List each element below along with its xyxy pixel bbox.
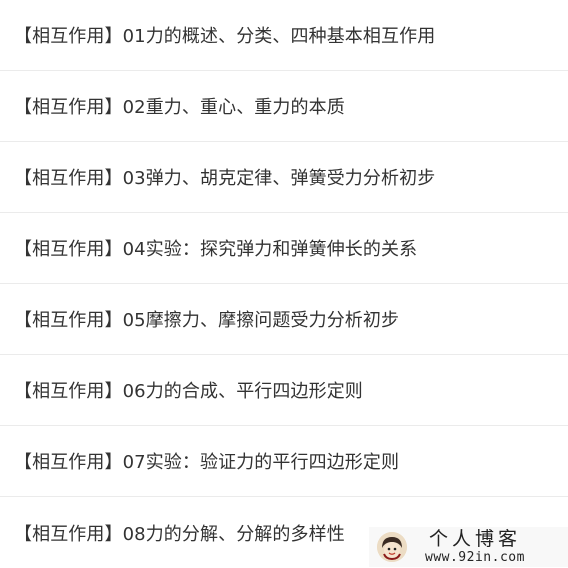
list-item-title[interactable]: 【相互作用】05摩擦力、摩擦问题受力分析初步 <box>14 306 399 332</box>
list-item[interactable]: 【相互作用】02重力、重心、重力的本质 <box>0 71 568 142</box>
watermark-text: 个人博客 www.92in.com <box>425 528 525 565</box>
cartoon-avatar-icon <box>377 532 407 562</box>
blog-watermark: 个人博客 www.92in.com <box>369 527 568 567</box>
list-item[interactable]: 【相互作用】01力的概述、分类、四种基本相互作用 <box>0 0 568 71</box>
list-item-title[interactable]: 【相互作用】03弹力、胡克定律、弹簧受力分析初步 <box>14 164 435 190</box>
list-item[interactable]: 【相互作用】04实验：探究弹力和弹簧伸长的关系 <box>0 213 568 284</box>
list-item-title[interactable]: 【相互作用】06力的合成、平行四边形定则 <box>14 377 363 403</box>
list-item-title[interactable]: 【相互作用】07实验：验证力的平行四边形定则 <box>14 448 399 474</box>
watermark-title: 个人博客 <box>428 528 521 550</box>
list-item-title[interactable]: 【相互作用】04实验：探究弹力和弹簧伸长的关系 <box>14 235 417 261</box>
list-item-title[interactable]: 【相互作用】08力的分解、分解的多样性 <box>14 520 345 546</box>
list-item[interactable]: 【相互作用】03弹力、胡克定律、弹簧受力分析初步 <box>0 142 568 213</box>
watermark-url: www.92in.com <box>425 550 525 565</box>
article-list: 【相互作用】01力的概述、分类、四种基本相互作用 【相互作用】02重力、重心、重… <box>0 0 568 568</box>
list-item[interactable]: 【相互作用】07实验：验证力的平行四边形定则 <box>0 426 568 497</box>
list-item[interactable]: 【相互作用】06力的合成、平行四边形定则 <box>0 355 568 426</box>
list-item-title[interactable]: 【相互作用】01力的概述、分类、四种基本相互作用 <box>14 22 435 48</box>
list-item-title[interactable]: 【相互作用】02重力、重心、重力的本质 <box>14 93 345 119</box>
list-item[interactable]: 【相互作用】05摩擦力、摩擦问题受力分析初步 <box>0 284 568 355</box>
